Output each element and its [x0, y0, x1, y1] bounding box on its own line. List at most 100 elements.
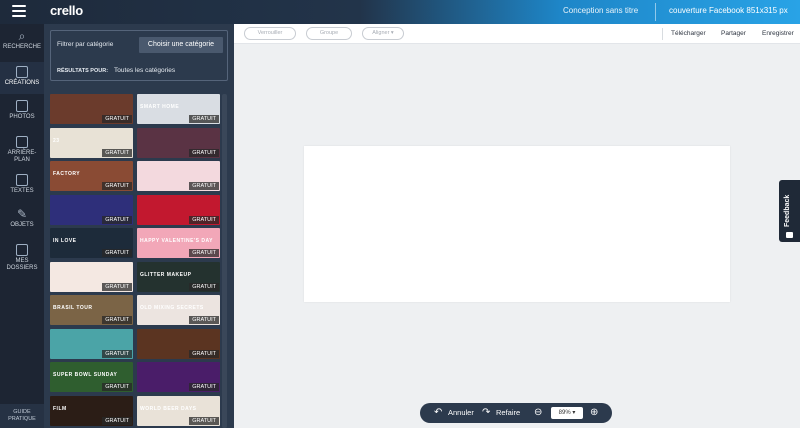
free-badge: GRATUIT	[189, 383, 219, 391]
document-size: couverture Facebook 851x315 px	[669, 6, 788, 15]
rail-item-creations[interactable]: CRÉATIONS	[0, 62, 44, 94]
feedback-icon	[786, 232, 793, 238]
template-thumbnail[interactable]: SMART HOME GRATUIT	[137, 94, 220, 124]
template-thumbnail[interactable]: GRATUIT	[137, 127, 220, 158]
template-thumbnail[interactable]: GRATUIT	[50, 261, 133, 292]
template-thumbnail[interactable]: GRATUIT	[137, 362, 220, 392]
redo-button[interactable]: Refaire	[496, 408, 520, 417]
template-thumbnail[interactable]: GRATUIT	[50, 328, 133, 359]
guide-button[interactable]: GUIDE PRATIQUE	[0, 404, 44, 428]
thumbnail-caption: FACTORY	[53, 171, 81, 177]
rail-item-background[interactable]: ARRIÈRE-PLAN	[0, 136, 44, 166]
filter-box: Filtrer par catégorie Choisir une catégo…	[50, 30, 228, 81]
thumbnail-caption: OLD MIXING SECRETS	[140, 305, 204, 311]
app-logo[interactable]: crello	[50, 3, 83, 18]
template-thumbnail[interactable]: OLD MIXING SECRETS GRATUIT	[137, 295, 220, 325]
share-link[interactable]: Partager	[721, 30, 746, 37]
document-title[interactable]: Conception sans titre	[563, 6, 638, 15]
topbar-divider	[655, 3, 656, 21]
rail-item-texts[interactable]: TEXTES	[0, 174, 44, 202]
lock-button[interactable]: Verrouiller	[244, 27, 296, 40]
zoom-select[interactable]: 89% ▾	[551, 407, 583, 419]
thumbnail-caption: 23	[53, 137, 60, 144]
redo-icon[interactable]: ↷	[482, 408, 490, 418]
thumbnail-caption: HAPPY VALENTINE'S DAY	[140, 238, 213, 244]
text-icon	[16, 174, 28, 186]
template-thumbnail[interactable]: 23 GRATUIT	[50, 127, 133, 158]
undo-icon[interactable]: ↶	[434, 408, 442, 418]
thumbnail-caption: FILM	[53, 405, 67, 412]
editor-toolbar: Verrouiller Groupe Aligner ▾ Télécharger…	[234, 24, 800, 44]
rail-label-search: RECHERCHE	[2, 44, 41, 50]
design-canvas[interactable]	[304, 146, 730, 302]
feedback-tab[interactable]: Feedback	[779, 180, 800, 242]
search-icon: ⌕	[18, 29, 26, 43]
free-badge: GRATUIT	[102, 316, 132, 324]
undo-button[interactable]: Annuler	[448, 408, 474, 417]
toolbar-divider	[662, 28, 663, 40]
template-thumbnail[interactable]: GRATUIT	[137, 328, 220, 359]
rail-label-texts: TEXTES	[10, 188, 34, 194]
panel-scrollbar[interactable]	[222, 94, 227, 428]
free-badge: GRATUIT	[102, 349, 132, 358]
zoom-in-icon[interactable]: ⊕	[590, 408, 598, 418]
template-thumbnail[interactable]: HAPPY VALENTINE'S DAY GRATUIT	[137, 228, 220, 258]
download-link[interactable]: Télécharger	[671, 30, 706, 37]
image-icon	[16, 100, 28, 112]
rail-item-objects[interactable]: ✎ OBJETS	[0, 208, 44, 236]
save-link[interactable]: Enregistrer	[762, 30, 794, 37]
align-button[interactable]: Aligner ▾	[362, 27, 404, 40]
free-badge: GRATUIT	[102, 416, 132, 425]
feedback-label: Feedback	[784, 194, 791, 227]
free-badge: GRATUIT	[102, 249, 132, 257]
bottom-controls: ↶ Annuler ↷ Refaire ⊖ 89% ▾ ⊕	[420, 403, 612, 423]
template-thumbnail[interactable]: WORLD BEER DAYS GRATUIT	[137, 395, 220, 426]
template-thumbnail[interactable]: GRATUIT	[50, 94, 133, 124]
rail-label-background: ARRIÈRE-PLAN	[7, 150, 37, 163]
filter-label: Filtrer par catégorie	[57, 41, 114, 48]
zoom-out-icon[interactable]: ⊖	[534, 408, 542, 418]
group-button[interactable]: Groupe	[306, 27, 352, 40]
thumbnail-caption: GLITTER MAKEUP	[140, 271, 192, 278]
free-badge: GRATUIT	[189, 182, 219, 190]
free-badge: GRATUIT	[102, 282, 132, 291]
rail-item-photos[interactable]: PHOTOS	[0, 100, 44, 130]
choose-category-button[interactable]: Choisir une catégorie	[139, 37, 223, 53]
rail-item-folders[interactable]: MES DOSSIERS	[0, 244, 44, 278]
template-thumbnail[interactable]: FACTORY GRATUIT	[50, 161, 133, 191]
rail-label-objects: OBJETS	[10, 222, 34, 228]
free-badge: GRATUIT	[189, 249, 219, 257]
rail-label-creations: CRÉATIONS	[4, 80, 40, 86]
template-thumbnail[interactable]: GRATUIT	[137, 161, 220, 191]
thumbnail-caption: SMART HOME	[140, 104, 180, 110]
template-thumbnail[interactable]: BRASIL TOUR GRATUIT	[50, 295, 133, 325]
left-rail: ⌕ RECHERCHE CRÉATIONS PHOTOS ARRIÈRE-PLA…	[0, 24, 44, 428]
template-thumbnail[interactable]: FILM GRATUIT	[50, 395, 133, 426]
free-badge: GRATUIT	[102, 182, 132, 190]
template-thumbnail[interactable]: IN LOVE GRATUIT	[50, 228, 133, 258]
free-badge: GRATUIT	[102, 115, 132, 123]
menu-icon[interactable]	[12, 5, 26, 17]
layout-icon	[16, 66, 28, 78]
template-thumbnail[interactable]: GRATUIT	[137, 194, 220, 225]
free-badge: GRATUIT	[189, 148, 219, 157]
folder-icon	[16, 244, 28, 256]
free-badge: GRATUIT	[102, 148, 132, 157]
background-icon	[16, 136, 28, 148]
zoom-value: 89%	[558, 410, 571, 416]
thumbnail-caption: SUPER BOWL SUNDAY	[53, 372, 118, 378]
template-thumbnail[interactable]: GRATUIT	[50, 194, 133, 225]
free-badge: GRATUIT	[189, 115, 219, 123]
free-badge: GRATUIT	[102, 383, 132, 391]
thumbnail-caption: IN LOVE	[53, 238, 77, 244]
results-line: RÉSULTATS POUR: Toutes les catégories	[57, 67, 175, 74]
results-label: RÉSULTATS POUR:	[57, 68, 109, 74]
top-bar: crello Conception sans titre couverture …	[0, 0, 800, 24]
free-badge: GRATUIT	[189, 215, 219, 224]
free-badge: GRATUIT	[189, 416, 219, 425]
rail-label-folders: MES DOSSIERS	[6, 258, 38, 271]
template-thumbnail[interactable]: GLITTER MAKEUP GRATUIT	[137, 261, 220, 292]
thumbnail-caption: WORLD BEER DAYS	[140, 405, 197, 412]
template-thumbnail[interactable]: SUPER BOWL SUNDAY GRATUIT	[50, 362, 133, 392]
rail-item-search[interactable]: ⌕ RECHERCHE	[0, 30, 44, 60]
